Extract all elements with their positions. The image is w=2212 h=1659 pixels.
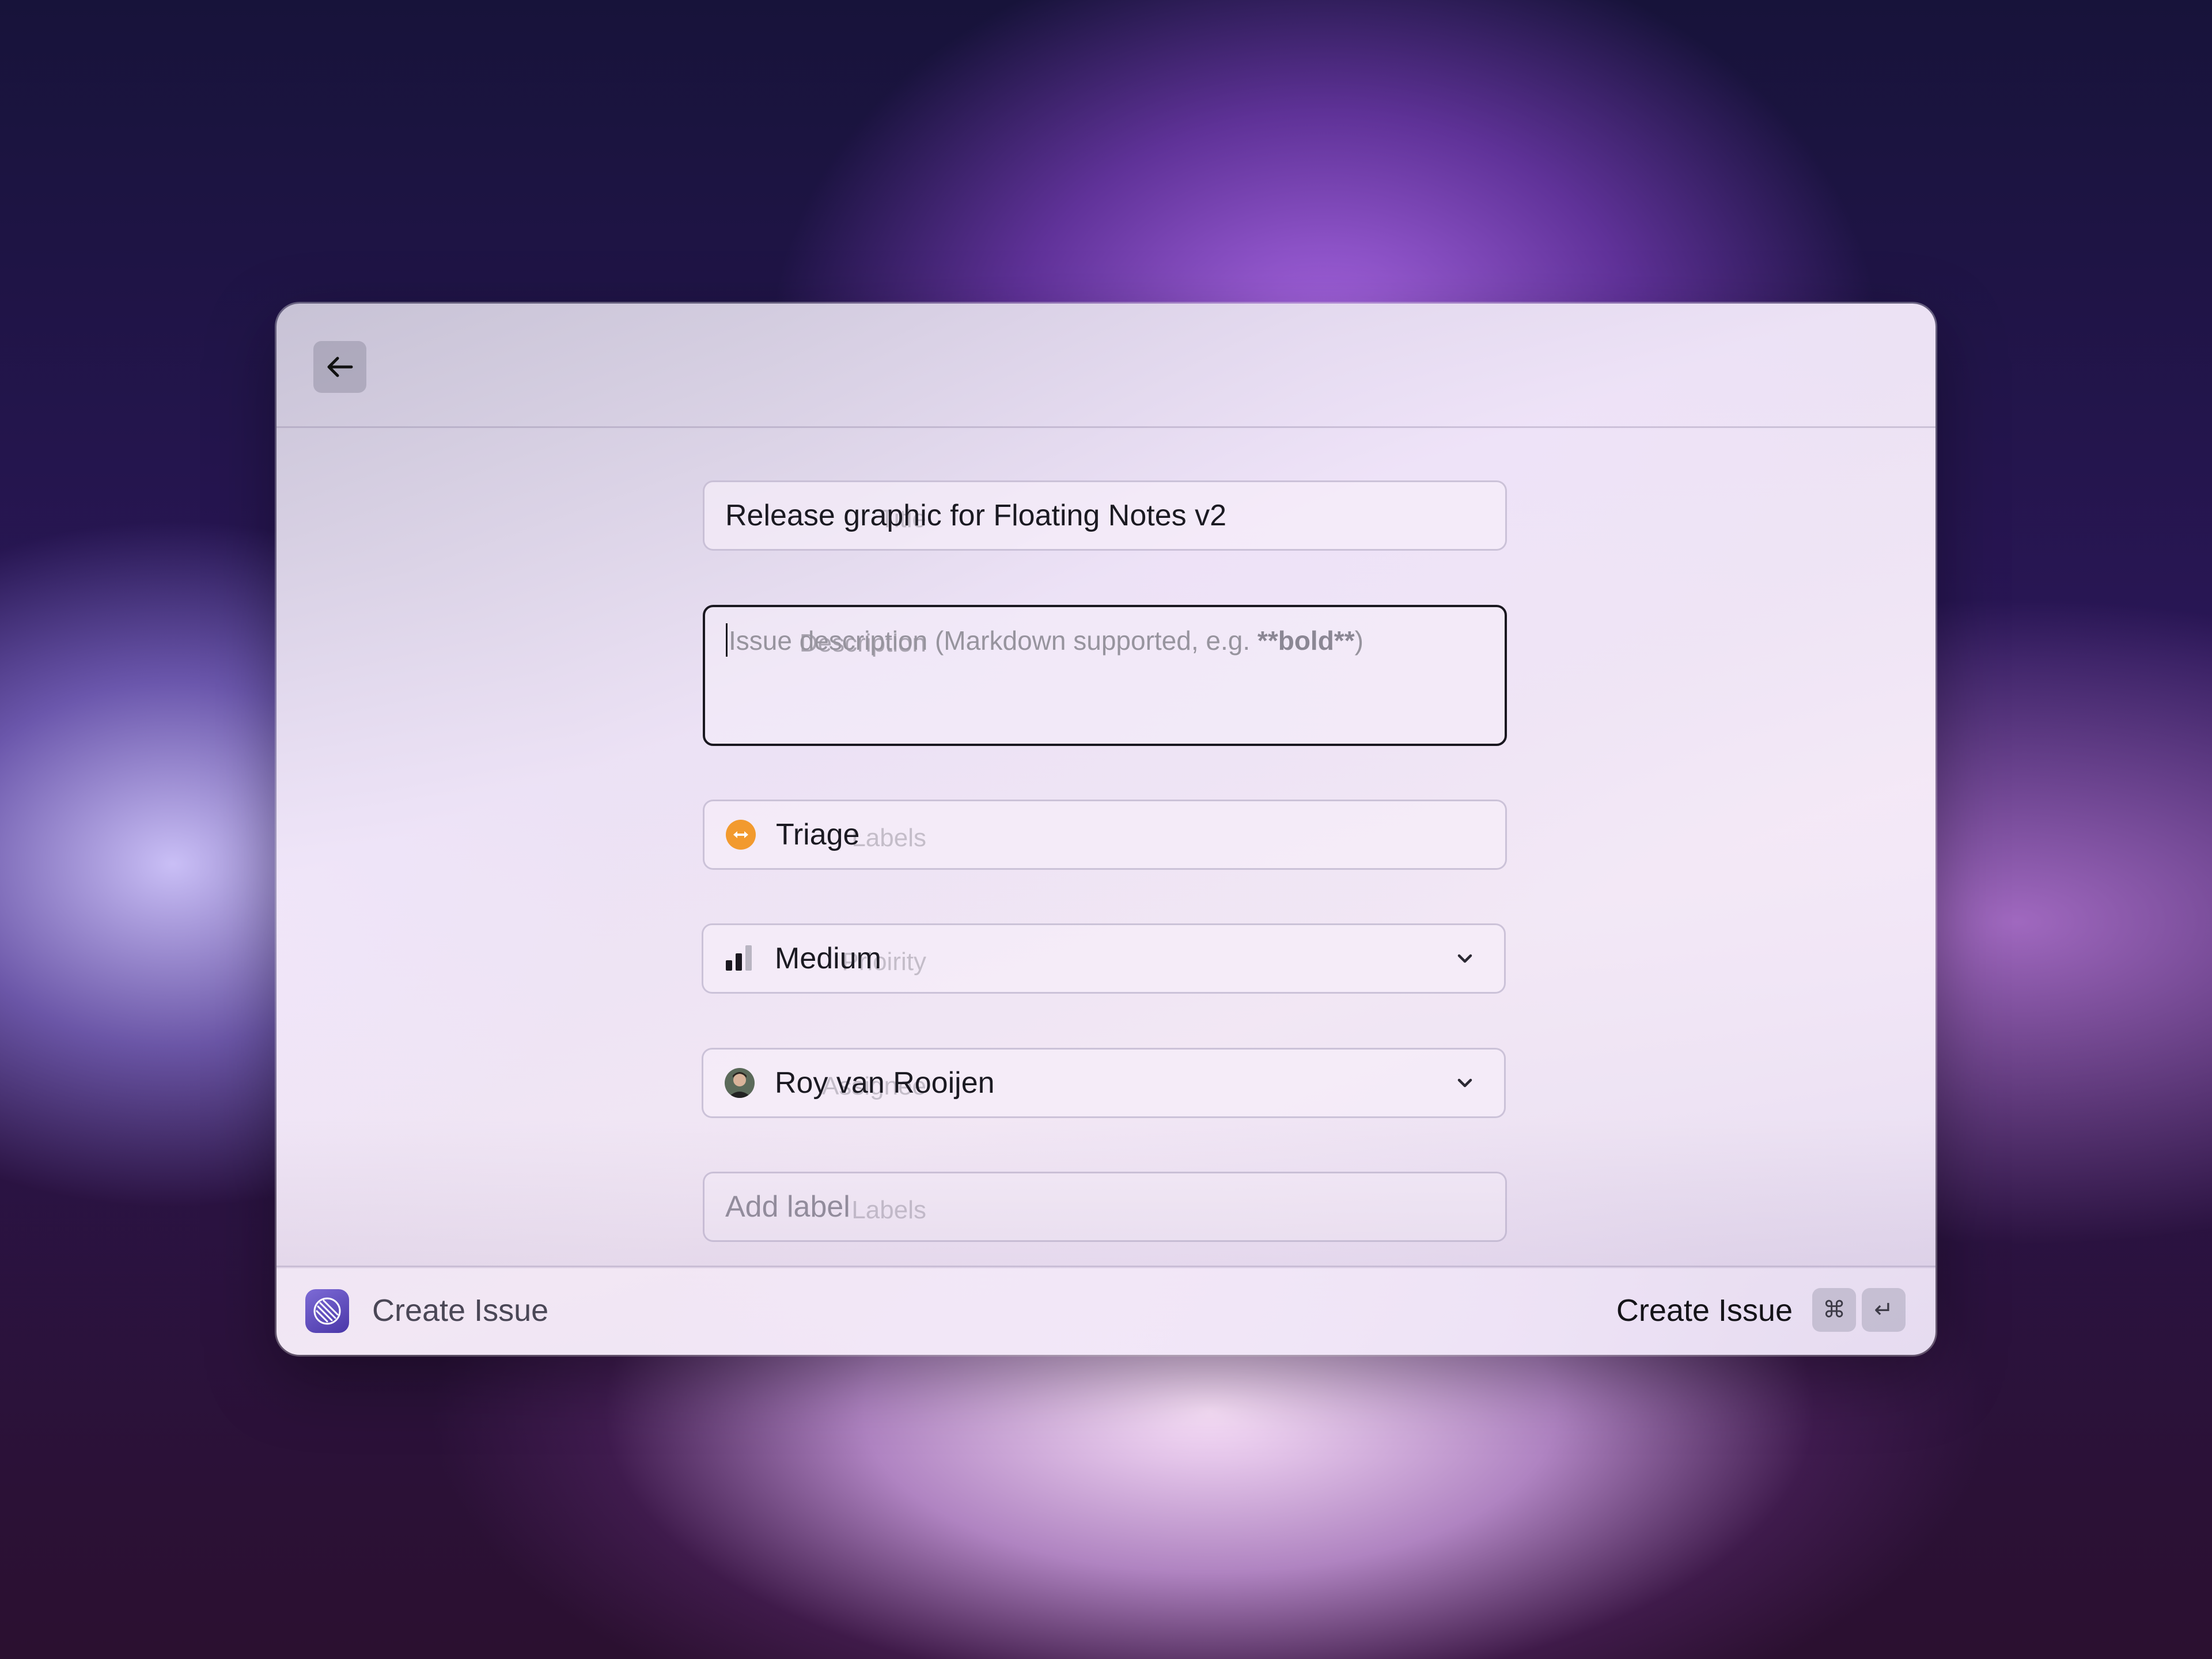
description-placeholder-prefix: Issue description (Markdown supported, e… (729, 626, 1257, 656)
linear-app-icon (305, 1289, 349, 1333)
priority-value: Medium (775, 942, 881, 975)
window-header (276, 304, 1936, 428)
chevron-down-icon (1457, 954, 1472, 963)
text-caret (726, 623, 728, 657)
priority-select[interactable]: Medium (702, 923, 1506, 994)
action-bar: Create Issue Create Issue ⌘ ↵ (276, 1266, 1936, 1355)
add-label-input[interactable]: Add label (703, 1172, 1507, 1242)
priority-bars-icon (724, 943, 755, 974)
create-issue-window: Title Release graphic for Floating Notes… (276, 304, 1936, 1355)
return-key-icon: ↵ (1862, 1288, 1906, 1332)
description-placeholder-bold: **bold** (1257, 626, 1355, 656)
label-chip-triage: Triage (776, 818, 860, 851)
description-placeholder-suffix: ) (1354, 626, 1363, 656)
title-input[interactable]: Release graphic for Floating Notes v2 (703, 480, 1507, 551)
assignee-value: Roy van Rooijen (775, 1066, 995, 1100)
create-issue-button[interactable]: Create Issue (1616, 1293, 1793, 1328)
footer-app-name: Create Issue (372, 1293, 549, 1328)
triage-icon (725, 819, 756, 850)
chevron-down-icon (1457, 1078, 1472, 1088)
labels-input[interactable]: Triage (703, 800, 1507, 870)
add-label-placeholder: Add label (725, 1190, 850, 1224)
command-key-icon: ⌘ (1812, 1288, 1856, 1332)
arrow-left-icon (327, 357, 353, 377)
back-button[interactable] (313, 341, 366, 393)
description-textarea[interactable]: Issue description (Markdown supported, e… (703, 605, 1507, 746)
avatar (724, 1067, 755, 1099)
assignee-select[interactable]: Roy van Rooijen (702, 1048, 1506, 1118)
title-value: Release graphic for Floating Notes v2 (725, 499, 1227, 532)
